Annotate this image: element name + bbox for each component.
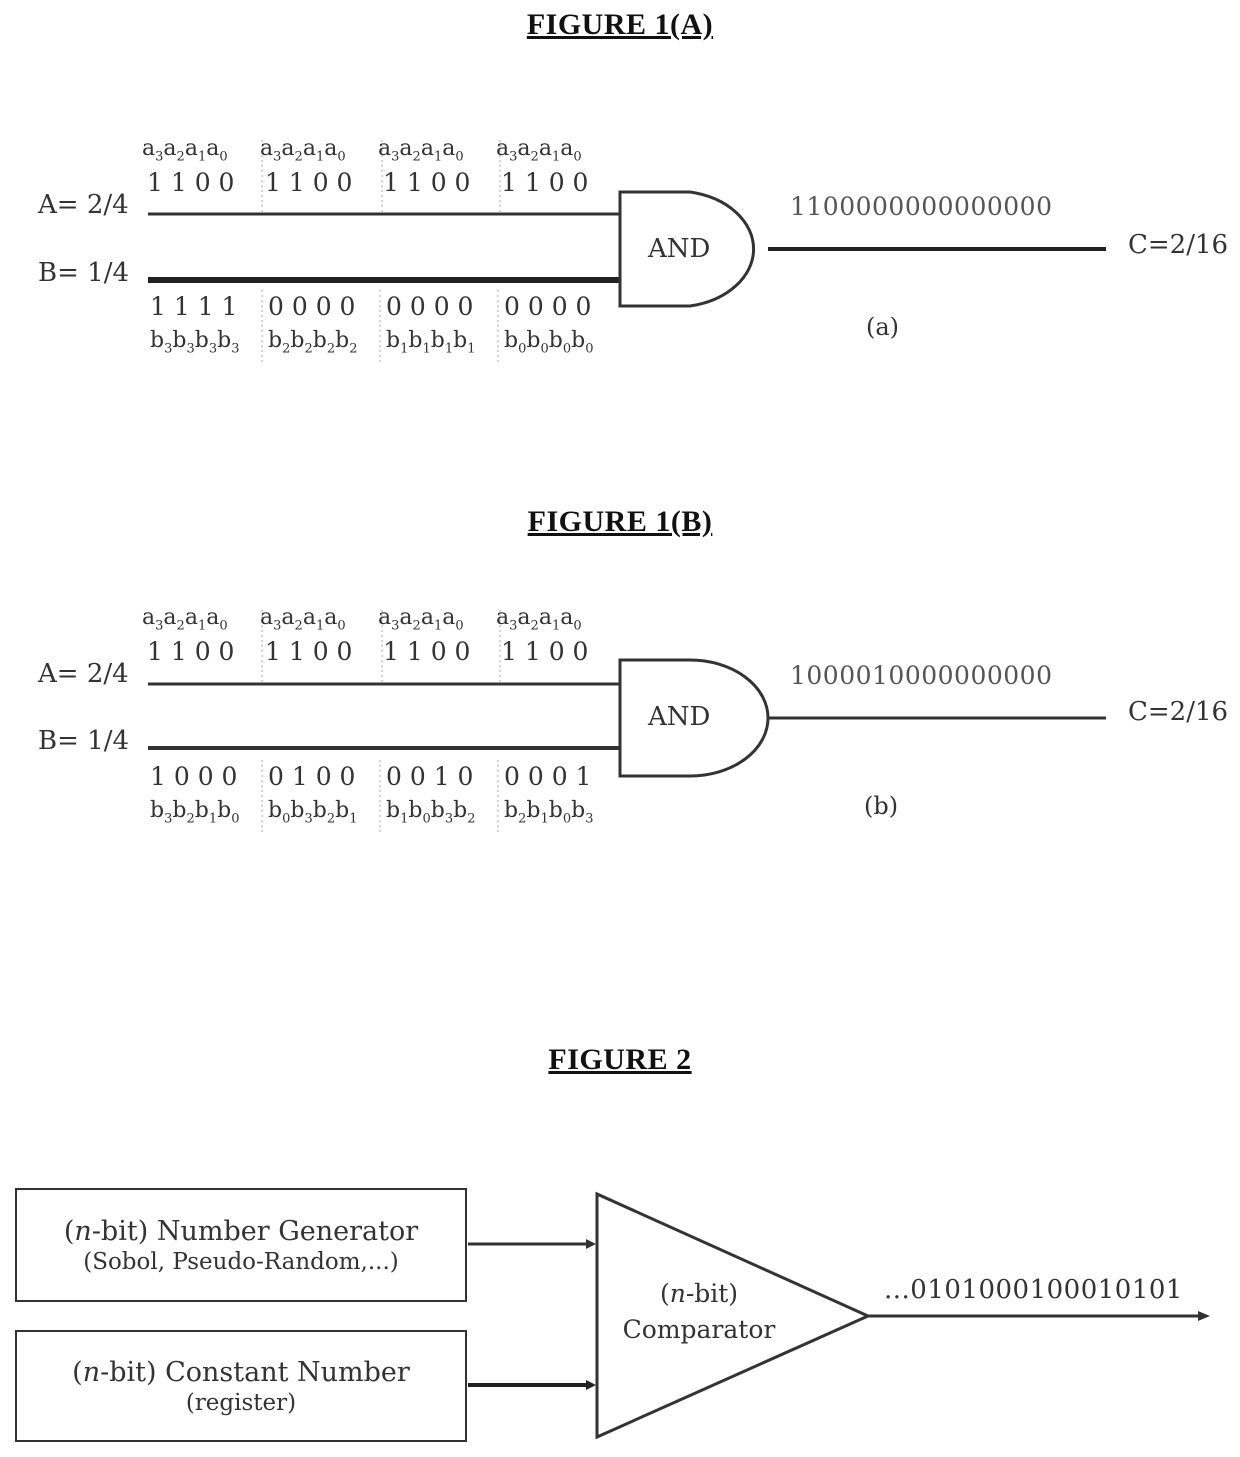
a-bit-group: 1 1 0 0	[265, 637, 353, 666]
fig1b-a-subscripts: a3a2a1a0 a3a2a1a0 a3a2a1a0 a3a2a1a0	[142, 605, 614, 633]
fig1b-b-subscripts: b3b2b1b0 b0b3b2b1 b1b0b3b2 b2b1b0b3	[150, 798, 622, 826]
fig1a-input-a-label: A= 2/4	[38, 190, 129, 220]
b-subscript-group: b3b3b3b3	[150, 328, 240, 357]
a-subscript-group: a3a2a1a0	[496, 136, 582, 165]
a-subscript-group: a3a2a1a0	[142, 136, 228, 165]
b-bit-group: 1 0 0 0	[150, 762, 238, 791]
fig1b-input-a-label: A= 2/4	[38, 659, 129, 689]
a-bit-group: 1 1 0 0	[501, 168, 589, 197]
b-bit-group: 1 1 1 1	[150, 292, 238, 321]
b-bit-group: 0 0 1 0	[386, 762, 474, 791]
a-bit-group: 1 1 0 0	[147, 168, 235, 197]
comparator-label: (n-bit) Comparator	[622, 1279, 776, 1344]
figure-1b-title: FIGURE 1(B)	[527, 505, 713, 538]
b-bit-group: 0 1 0 0	[268, 762, 356, 791]
b-subscript-group: b0b0b0b0	[504, 328, 594, 357]
b-bit-group: 0 0 0 0	[268, 292, 356, 321]
fig1b-output-stream: 1000010000000000	[790, 661, 1053, 690]
a-bit-group: 1 1 0 0	[501, 637, 589, 666]
fig1b-caption: (b)	[864, 792, 899, 820]
comparator-output-stream: ...0101000100010101	[884, 1275, 1183, 1305]
a-subscript-group: a3a2a1a0	[378, 136, 464, 165]
a-bit-group: 1 1 0 0	[265, 168, 353, 197]
b-subscript-group: b1b0b3b2	[386, 798, 476, 827]
a-subscript-group: a3a2a1a0	[496, 605, 582, 634]
fig1b-b-bits: 1 0 0 0 0 1 0 0 0 0 1 0 0 0 0 1	[150, 762, 622, 791]
fig1a-output-label: C=2/16	[1128, 230, 1229, 260]
b-subscript-group: b3b2b1b0	[150, 798, 240, 827]
constant-number-subtitle: (register)	[185, 1389, 297, 1416]
fig1a-caption: (a)	[866, 313, 900, 341]
fig1b-output-label: C=2/16	[1128, 697, 1229, 727]
number-generator-subtitle: (Sobol, Pseudo-Random,...)	[83, 1248, 399, 1275]
b-subscript-group: b1b1b1b1	[386, 328, 476, 357]
fig1a-a-bits: 1 1 0 0 1 1 0 0 1 1 0 0 1 1 0 0	[147, 168, 619, 197]
fig1a-output-stream: 1100000000000000	[790, 192, 1053, 221]
b-subscript-group: b2b2b2b2	[268, 328, 358, 357]
fig1b-a-bits: 1 1 0 0 1 1 0 0 1 1 0 0 1 1 0 0	[147, 637, 619, 666]
fig1a-b-subscripts: b3b3b3b3 b2b2b2b2 b1b1b1b1 b0b0b0b0	[150, 328, 622, 356]
fig1b-gate-label: AND	[648, 702, 711, 732]
a-subscript-group: a3a2a1a0	[260, 136, 346, 165]
b-bit-group: 0 0 0 0	[386, 292, 474, 321]
fig1a-input-b-label: B= 1/4	[38, 258, 129, 288]
figure-2-title: FIGURE 2	[548, 1043, 692, 1076]
fig1a-b-bits: 1 1 1 1 0 0 0 0 0 0 0 0 0 0 0 0	[150, 292, 622, 321]
fig1b-input-b-label: B= 1/4	[38, 726, 129, 756]
a-bit-group: 1 1 0 0	[383, 637, 471, 666]
a-bit-group: 1 1 0 0	[147, 637, 235, 666]
fig1a-gate-label: AND	[648, 234, 711, 264]
a-subscript-group: a3a2a1a0	[260, 605, 346, 634]
fig1a-a-subscripts: a3a2a1a0 a3a2a1a0 a3a2a1a0 a3a2a1a0	[142, 136, 614, 164]
a-subscript-group: a3a2a1a0	[378, 605, 464, 634]
b-subscript-group: b0b3b2b1	[268, 798, 358, 827]
a-subscript-group: a3a2a1a0	[142, 605, 228, 634]
b-bit-group: 0 0 0 0	[504, 292, 592, 321]
a-bit-group: 1 1 0 0	[383, 168, 471, 197]
number-generator-box: (n-bit) Number Generator (Sobol, Pseudo-…	[15, 1188, 467, 1302]
output-arrowhead	[1198, 1311, 1210, 1321]
b-bit-group: 0 0 0 1	[504, 762, 592, 791]
b-subscript-group: b2b1b0b3	[504, 798, 594, 827]
constant-number-box: (n-bit) Constant Number (register)	[15, 1330, 467, 1442]
